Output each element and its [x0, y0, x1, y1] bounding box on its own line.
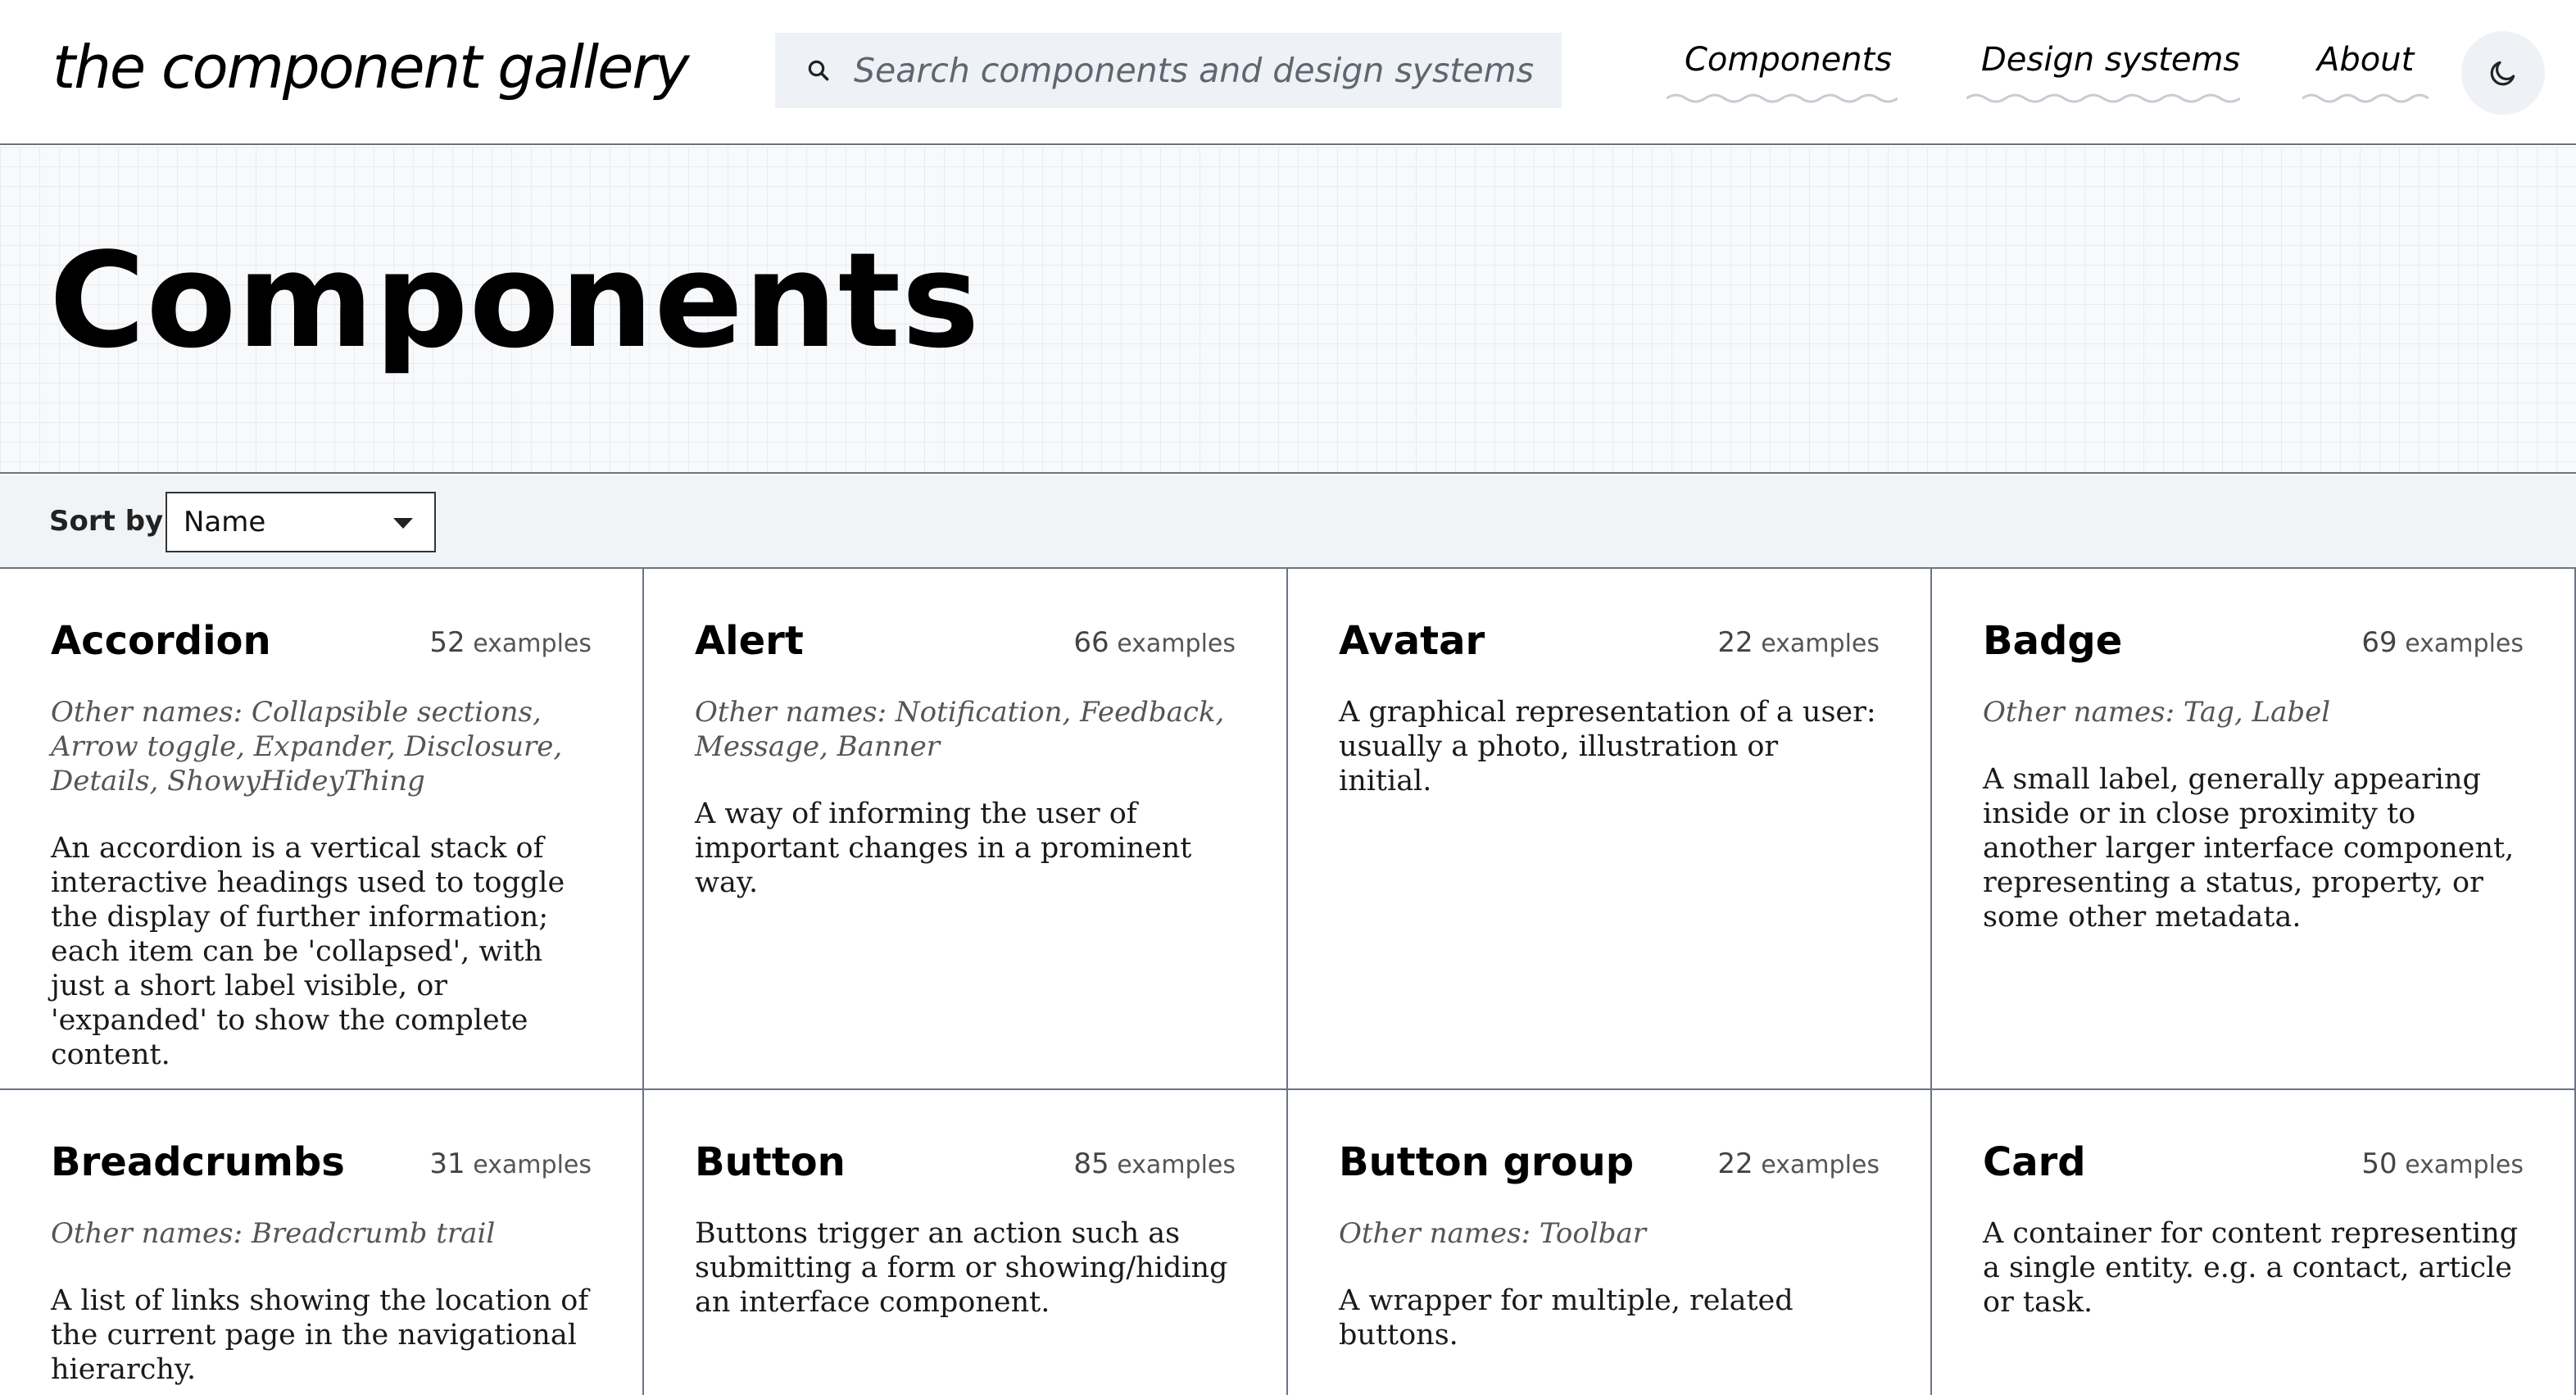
- example-count: 52 examples: [429, 626, 592, 659]
- card-title: Button group: [1339, 1139, 1635, 1185]
- card-description: A wrapper for multiple, related buttons.: [1339, 1284, 1794, 1352]
- sort-bar: Sort by Name: [0, 475, 2576, 569]
- card-other-names: Other names: Notification, Feedback, Mes…: [695, 696, 1225, 763]
- example-count: 69 examples: [2361, 626, 2524, 659]
- card-title: Accordion: [51, 618, 271, 664]
- card-title: Breadcrumbs: [51, 1139, 345, 1185]
- chevron-down-icon: [393, 518, 413, 529]
- sort-selected-value: Name: [184, 506, 266, 538]
- component-card-button[interactable]: Button 85 examples Buttons trigger an ac…: [644, 1090, 1288, 1395]
- card-other-names: Other names: Collapsible sections, Arrow…: [51, 696, 563, 797]
- search-icon: [808, 60, 829, 81]
- card-description: A small label, generally appearing insid…: [1983, 763, 2515, 934]
- page-title: Components: [49, 224, 981, 377]
- nav-underline-squiggle: [1667, 93, 1898, 103]
- page-hero: Components: [0, 147, 2576, 474]
- card-description: A container for content representing a s…: [1983, 1217, 2519, 1319]
- search-bar[interactable]: [775, 33, 1562, 108]
- example-count: 22 examples: [1717, 626, 1880, 659]
- component-card-avatar[interactable]: Avatar 22 examples A graphical represent…: [1288, 569, 1932, 1090]
- card-title: Alert: [695, 618, 804, 664]
- card-other-names: Other names: Breadcrumb trail: [51, 1217, 496, 1250]
- components-grid: Accordion 52 examples Other names: Colla…: [0, 569, 2576, 1395]
- component-card-accordion[interactable]: Accordion 52 examples Other names: Colla…: [0, 569, 644, 1090]
- nav-link-components[interactable]: Components: [1667, 41, 1898, 107]
- card-other-names: Other names: Toolbar: [1339, 1217, 1646, 1250]
- example-count: 31 examples: [429, 1147, 592, 1180]
- sort-select[interactable]: Name: [166, 492, 436, 552]
- component-card-breadcrumbs[interactable]: Breadcrumbs 31 examples Other names: Bre…: [0, 1090, 644, 1395]
- nav-underline-squiggle: [1966, 93, 2240, 103]
- card-description: An accordion is a vertical stack of inte…: [51, 832, 565, 1071]
- nav-link-design-systems[interactable]: Design systems: [1966, 41, 2241, 107]
- sort-label: Sort by: [49, 505, 164, 538]
- example-count: 50 examples: [2361, 1147, 2524, 1180]
- site-header: the component gallery Components Design …: [0, 0, 2576, 145]
- moon-icon: [2490, 61, 2515, 86]
- example-count: 22 examples: [1717, 1147, 1880, 1180]
- card-title: Card: [1983, 1139, 2086, 1185]
- search-input[interactable]: [854, 46, 1542, 95]
- card-title: Badge: [1983, 618, 2123, 664]
- example-count: 66 examples: [1073, 626, 1236, 659]
- nav-underline-squiggle: [2302, 93, 2429, 103]
- card-title: Button: [695, 1139, 846, 1185]
- component-card-badge[interactable]: Badge 69 examples Other names: Tag, Labe…: [1932, 569, 2576, 1090]
- nav-link-about[interactable]: About: [2302, 41, 2429, 107]
- card-description: A list of links showing the location of …: [51, 1284, 589, 1386]
- card-description: A graphical representation of a user: us…: [1339, 696, 1876, 797]
- site-logo[interactable]: the component gallery: [52, 33, 690, 102]
- component-card-card[interactable]: Card 50 examples A container for content…: [1932, 1090, 2576, 1395]
- theme-toggle-button[interactable]: [2461, 31, 2545, 115]
- component-card-alert[interactable]: Alert 66 examples Other names: Notificat…: [644, 569, 1288, 1090]
- card-other-names: Other names: Tag, Label: [1983, 696, 2331, 729]
- nav-link-label: Components: [1685, 41, 1893, 79]
- card-title: Avatar: [1339, 618, 1485, 664]
- card-description: A way of informing the user of important…: [695, 797, 1192, 899]
- nav-link-label: About: [2317, 41, 2415, 79]
- component-card-button-group[interactable]: Button group 22 examples Other names: To…: [1288, 1090, 1932, 1395]
- example-count: 85 examples: [1073, 1147, 1236, 1180]
- card-description: Buttons trigger an action such as submit…: [695, 1217, 1228, 1319]
- nav-link-label: Design systems: [1981, 41, 2241, 79]
